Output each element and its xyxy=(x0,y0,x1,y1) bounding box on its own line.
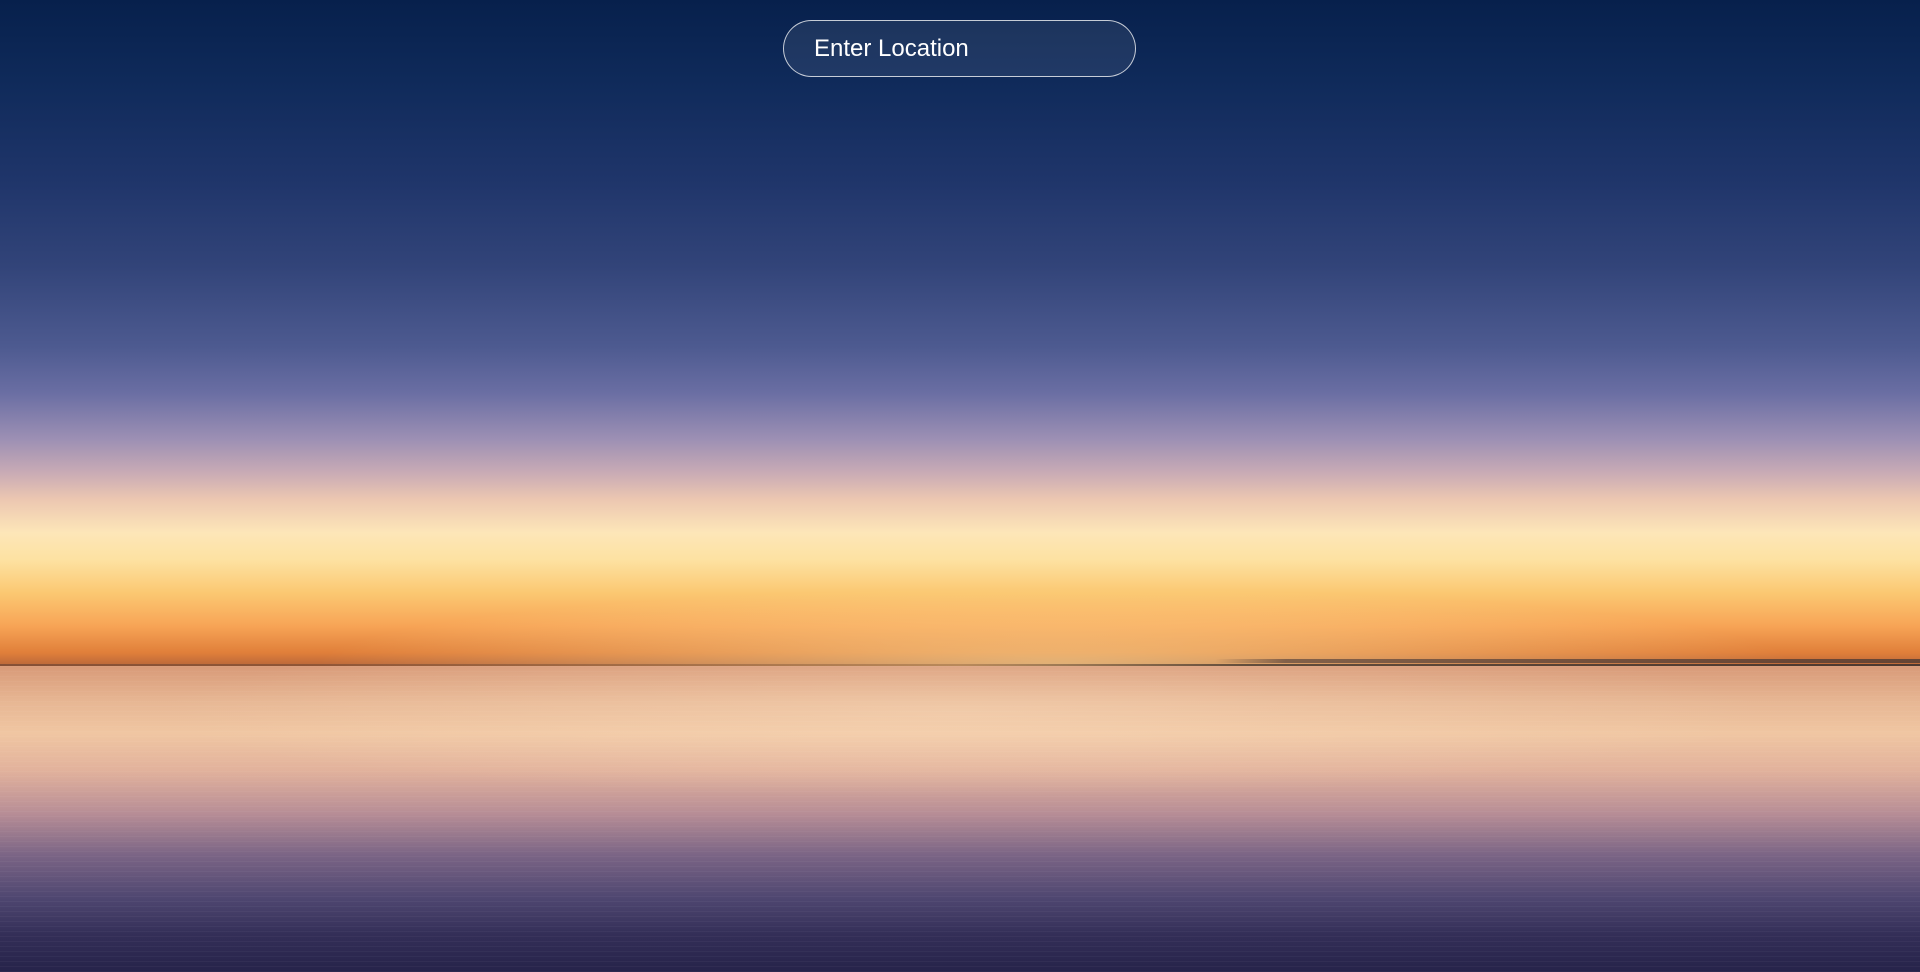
background-water xyxy=(0,666,1920,972)
app-root xyxy=(0,0,1920,972)
location-input[interactable] xyxy=(784,21,1135,76)
location-search-box[interactable] xyxy=(783,20,1136,77)
distant-shoreline xyxy=(1215,659,1920,663)
background-sky xyxy=(0,0,1920,666)
